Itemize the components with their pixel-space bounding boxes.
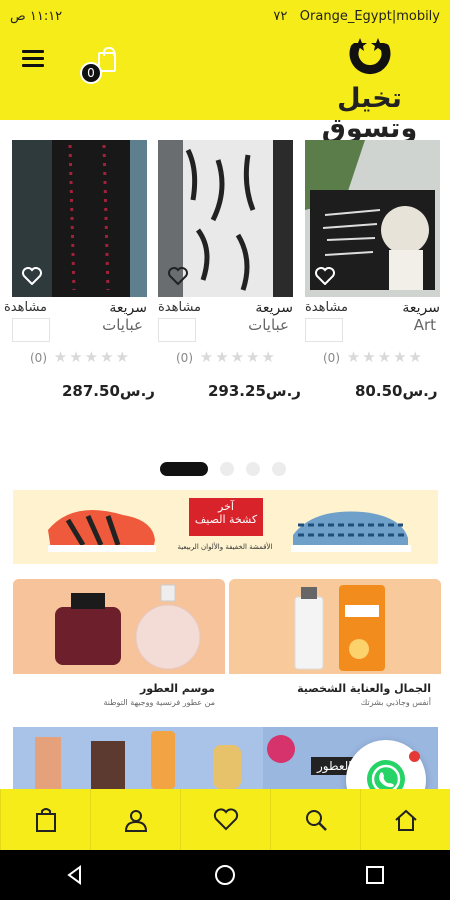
carousel-dot-active[interactable] xyxy=(160,462,208,476)
banner-subtitle: الأقمشة الخفيفة والألوان الربيعية xyxy=(177,543,273,551)
promo-title: موسم العطور xyxy=(139,682,215,695)
menu-button[interactable] xyxy=(22,50,44,68)
nav-wishlist[interactable] xyxy=(180,789,270,850)
product-category: عبايات xyxy=(248,316,289,334)
rating-count: (0) xyxy=(323,351,340,365)
nav-cart[interactable] xyxy=(0,789,90,850)
promo-image xyxy=(13,579,225,674)
bottom-navbar xyxy=(0,789,450,850)
clock: ١١:١٢ ص xyxy=(10,8,63,24)
promo-title: الجمال والعناية الشخصية xyxy=(297,682,431,695)
system-navigation-bar xyxy=(0,850,450,900)
quick-view-link[interactable]: مشاهدة xyxy=(4,300,47,315)
carousel-dot[interactable] xyxy=(246,462,260,476)
notification-dot xyxy=(409,751,420,762)
nav-account[interactable] xyxy=(90,789,180,850)
carousel-indicator[interactable] xyxy=(160,462,286,476)
promo-tile-perfume[interactable]: موسم العطور من عطور فرنسية ووجيهة التوطن… xyxy=(13,579,225,713)
home-icon xyxy=(394,809,417,831)
battery-level: ٧٢ xyxy=(273,8,288,24)
summer-banner[interactable]: آخر كشخة الصيف الأقمشة الخفيفة والألوان … xyxy=(13,490,438,564)
promo-tile-beauty[interactable]: الجمال والعناية الشخصية أنفس وجاذبي بشرت… xyxy=(229,579,441,713)
recents-icon[interactable] xyxy=(365,865,385,885)
home-circle-icon[interactable] xyxy=(214,864,236,886)
product-card[interactable]: سريعة مشاهدة Art (0) ★★★★★ ر.س80.50 xyxy=(305,140,440,400)
rating-stars: (0) ★★★★★ xyxy=(30,348,132,366)
rating-count: (0) xyxy=(176,351,193,365)
favorite-heart-icon[interactable] xyxy=(168,267,188,285)
promo-subtitle: أنفس وجاذبي بشرتك xyxy=(360,698,431,707)
product-card[interactable]: سريعة مشاهدة عبايات (0) ★★★★★ ر.س287.50 xyxy=(4,140,155,400)
nav-search[interactable] xyxy=(270,789,360,850)
brand-name: تخيل وتسوق xyxy=(321,83,418,144)
carousel-dot[interactable] xyxy=(272,462,286,476)
product-card[interactable]: سريعة مشاهدة عبايات (0) ★★★★★ ر.س293.25 xyxy=(158,140,301,400)
quick-view-box[interactable] xyxy=(12,318,50,342)
product-price: ر.س80.50 xyxy=(355,382,438,400)
promo-image xyxy=(229,579,441,674)
logo-mark-icon xyxy=(349,38,390,74)
banner-headline-2: كشخة الصيف xyxy=(194,513,258,526)
cart-button[interactable]: 0 xyxy=(80,47,120,84)
quick-view-link[interactable]: مشاهدة xyxy=(158,300,201,315)
quick-view-link[interactable]: مشاهدة xyxy=(305,300,348,315)
product-category: عبايات xyxy=(102,316,143,334)
status-bar: ١١:١٢ ص ٧٢ Orange_Egypt|mobily xyxy=(0,0,450,32)
quick-view-box[interactable] xyxy=(305,318,343,342)
search-icon xyxy=(305,809,327,831)
user-icon xyxy=(124,809,147,832)
bag-icon xyxy=(35,807,56,832)
cart-count-badge: 0 xyxy=(80,62,102,84)
promo-subtitle: من عطور فرنسية ووجيهة التوطنة xyxy=(103,698,215,707)
banner-headline-1: آخر xyxy=(218,500,234,513)
product-price: ر.س293.25 xyxy=(208,382,301,400)
rating-count: (0) xyxy=(30,351,47,365)
back-icon[interactable] xyxy=(65,865,85,885)
nav-home[interactable] xyxy=(360,789,450,850)
carousel-dot[interactable] xyxy=(220,462,234,476)
product-price: ر.س287.50 xyxy=(62,382,155,400)
carrier-name: Orange_Egypt|mobily xyxy=(299,8,440,24)
rating-stars: (0) ★★★★★ xyxy=(176,348,278,366)
brand-logo[interactable]: تخيل وتسوق xyxy=(307,36,432,144)
favorite-heart-icon[interactable] xyxy=(22,267,42,285)
favorite-heart-icon[interactable] xyxy=(315,267,335,285)
product-carousel[interactable]: سريعة مشاهدة Art (0) ★★★★★ ر.س80.50 سريع… xyxy=(0,140,450,410)
quick-view-box[interactable] xyxy=(158,318,196,342)
product-category: Art xyxy=(413,316,436,334)
heart-icon xyxy=(213,807,238,830)
rating-stars: (0) ★★★★★ xyxy=(323,348,425,366)
hamburger-icon xyxy=(22,50,44,53)
